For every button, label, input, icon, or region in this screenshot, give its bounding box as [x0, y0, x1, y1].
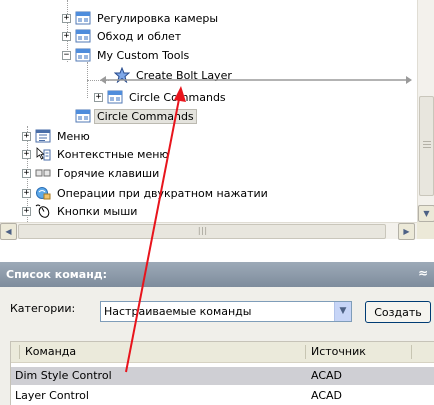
- tree-item[interactable]: + Circle Commands: [94, 88, 228, 106]
- toolbar-icon: [75, 109, 91, 123]
- tree-item-label: Контекстные меню: [57, 147, 169, 161]
- scroll-corner: [417, 222, 434, 239]
- expand-icon[interactable]: +: [22, 188, 31, 198]
- menu-icon: [35, 129, 51, 143]
- toolbar-icon: [75, 29, 91, 43]
- collapse-icon[interactable]: ≈: [418, 266, 428, 280]
- expand-icon[interactable]: +: [22, 149, 31, 159]
- scroll-right-button[interactable]: ▶: [398, 223, 415, 240]
- toolbar-icon: [75, 11, 91, 25]
- keyboard-icon: [35, 169, 51, 177]
- vertical-scrollbar[interactable]: ▼: [417, 0, 434, 222]
- tree-item-label: Горячие клавиши: [57, 166, 160, 180]
- star-icon: [114, 67, 130, 83]
- tree-item[interactable]: Create Bolt Layer: [114, 66, 234, 84]
- tree-item[interactable]: + Меню: [22, 127, 92, 145]
- tree-item[interactable]: + Обход и облет: [62, 27, 183, 45]
- expand-icon[interactable]: +: [94, 92, 103, 102]
- panel-title: Список команд:: [6, 268, 108, 281]
- tree-item[interactable]: + Горячие клавиши: [22, 164, 161, 182]
- tree-item-label: Create Bolt Layer: [136, 68, 232, 82]
- categories-label: Категории:: [10, 302, 76, 315]
- column-header-source[interactable]: Источник: [311, 345, 366, 358]
- expand-icon[interactable]: +: [62, 31, 71, 41]
- scroll-thumb[interactable]: [419, 96, 434, 196]
- scroll-left-button[interactable]: ◀: [0, 223, 17, 240]
- customization-tree[interactable]: + Регулировка камеры + Обход и облет − M…: [0, 0, 434, 240]
- create-button[interactable]: Создать: [365, 301, 431, 323]
- table-row[interactable]: Dim Style Control ACAD: [11, 367, 434, 385]
- expand-icon[interactable]: +: [62, 13, 71, 23]
- tree-item-label: Обход и облет: [97, 29, 182, 43]
- command-cell: Layer Control: [15, 389, 89, 402]
- source-cell: ACAD: [311, 369, 343, 382]
- table-row[interactable]: Layer Control ACAD: [11, 387, 434, 405]
- expand-icon[interactable]: +: [22, 168, 31, 178]
- command-list-header[interactable]: Список команд: ≈: [0, 262, 434, 287]
- scroll-down-button[interactable]: ▼: [418, 205, 434, 222]
- expand-icon[interactable]: +: [22, 131, 31, 141]
- scroll-thumb[interactable]: | | |: [18, 224, 386, 239]
- tree-item[interactable]: + Операции при двукратном нажатии: [22, 184, 270, 202]
- tree-item[interactable]: Circle Commands: [75, 107, 197, 125]
- tree-item-label: Circle Commands: [129, 90, 226, 104]
- tree-item-label: Операции при двукратном нажатии: [57, 186, 268, 200]
- toolbar-icon: [75, 48, 91, 62]
- tree-item[interactable]: + Контекстные меню: [22, 145, 171, 163]
- chevron-down-icon[interactable]: ▼: [334, 302, 351, 321]
- commands-table[interactable]: Команда Источник Dim Style Control ACAD …: [10, 341, 434, 405]
- source-cell: ACAD: [311, 389, 343, 402]
- tree-item-label: Регулировка камеры: [97, 11, 219, 25]
- tree-item-label: Меню: [57, 129, 90, 143]
- tree-line: [87, 80, 109, 81]
- expand-icon[interactable]: +: [22, 206, 31, 216]
- column-header-command[interactable]: Команда: [25, 345, 76, 358]
- horizontal-scrollbar[interactable]: ◀ | | | ▶: [0, 222, 417, 240]
- context-menu-icon: [36, 147, 51, 161]
- command-cell: Dim Style Control: [15, 369, 112, 382]
- mouse-icon: [35, 204, 50, 218]
- tree-item[interactable]: + Регулировка камеры: [62, 9, 220, 27]
- categories-value: Настраиваемые команды: [104, 305, 252, 318]
- tree-item[interactable]: − My Custom Tools: [62, 46, 191, 64]
- table-header: Команда Источник: [11, 342, 434, 363]
- tree-item[interactable]: + Кнопки мыши: [22, 202, 139, 220]
- toolbar-icon: [107, 90, 123, 104]
- collapse-tree-icon[interactable]: −: [62, 50, 71, 60]
- tree-item-label: My Custom Tools: [97, 48, 190, 62]
- double-click-icon: [36, 187, 51, 200]
- tree-item-label: Кнопки мыши: [57, 204, 138, 218]
- categories-dropdown[interactable]: Настраиваемые команды ▼: [100, 301, 352, 322]
- tree-item-label: Circle Commands: [94, 108, 197, 124]
